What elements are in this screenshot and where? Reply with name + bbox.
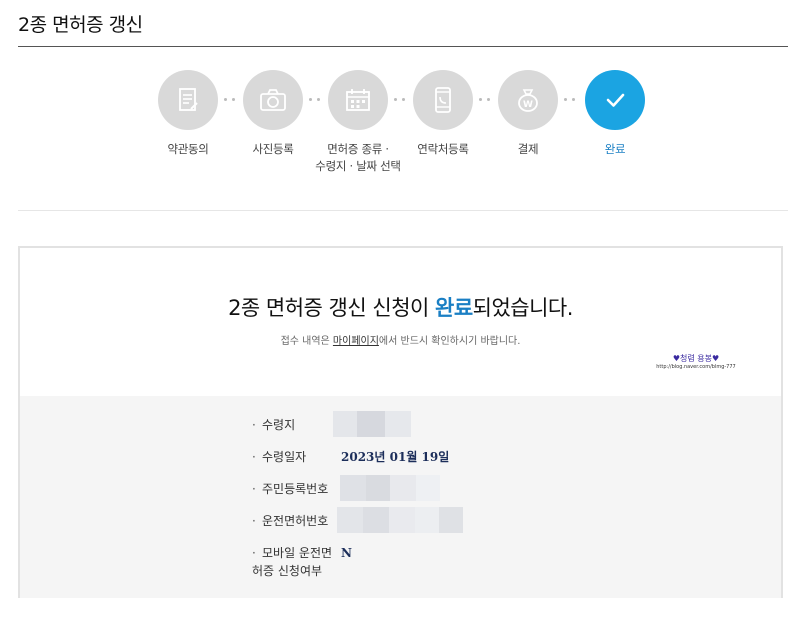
pickup-location-row: · 수령지 [252,418,296,432]
page-title: 2종 면허증 갱신 [18,14,143,36]
completion-message-area: 2종 면허증 갱신 신청이 완료되었습니다. 접수 내역은 마이페이지에서 반드… [20,248,781,396]
section-divider [18,210,788,211]
completion-heading: 2종 면허증 갱신 신청이 완료되었습니다. [228,296,573,320]
camera-icon [260,89,286,111]
check-icon [606,93,625,107]
calendar-icon [346,89,370,111]
heading-highlight: 완료 [435,296,473,320]
redacted-resident-number [340,475,440,501]
svg-text:W: W [523,100,533,110]
resident-number-row: · 주민등록번호 [252,482,329,496]
document-icon [179,88,198,111]
license-number-row: · 운전면허번호 [252,514,329,528]
pickup-date-value: 2023년 01월 19일 [341,450,450,464]
pickup-date-row: · 수령일자 [252,450,307,464]
phone-icon [435,87,451,113]
mypage-link[interactable]: 마이페이지 [333,336,379,347]
blog-watermark: ♥청렴 용봉♥ http://blog.naver.com/blmg-777 [656,354,736,370]
redacted-pickup-location [333,411,411,437]
mobile-license-value: N [341,546,352,560]
money-bag-icon: W [518,89,538,112]
title-divider [18,46,788,47]
progress-steps: 약관동의 사진등록 면허증 종류 · 수령지 · 날짜 선택 연락처등록 W 결… [0,70,800,190]
completion-subtext: 접수 내역은 마이페이지에서 반드시 확인하시기 바랍니다. [280,336,521,347]
step-label: 완료 [604,142,626,156]
step-complete: 완료 [560,70,670,158]
completion-panel: 2종 면허증 갱신 신청이 완료되었습니다. 접수 내역은 마이페이지에서 반드… [18,246,783,598]
redacted-license-number [337,507,463,533]
application-details: · 수령지 · 수령일자 2023년 01월 19일 · 주민등록번호 · 운전면허번호 [20,396,781,598]
mobile-license-row: · 모바일 운전면 허증 신청여부 [252,546,333,578]
